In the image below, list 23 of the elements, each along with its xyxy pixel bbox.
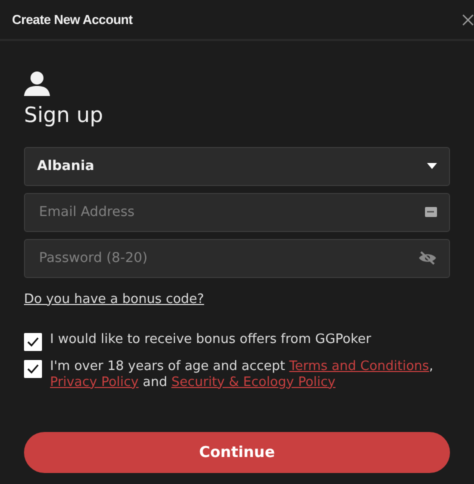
country-select[interactable]: Albania — [24, 146, 450, 186]
caret-icon — [427, 163, 437, 170]
email-input[interactable]: Email Address — [37, 201, 425, 224]
bonus-code-link[interactable]: Do you have a bonus code? — [24, 292, 204, 307]
consent-text: I would like to receive bonus offers from GGPoker — [50, 332, 372, 348]
heading: Sign up — [24, 102, 104, 130]
checkbox[interactable] — [24, 332, 42, 351]
check-icon — [27, 364, 39, 374]
policy-link[interactable]: Security & Ecology Policy — [171, 374, 336, 390]
policy-link[interactable]: Privacy Policy — [50, 374, 139, 390]
password-input[interactable]: Password (8-20) — [37, 247, 418, 270]
card-icon — [425, 207, 437, 218]
consent-text: I'm over 18 years of age and accept Terms and Conditions, Privacy Policy and Security & Ecology Policy — [50, 358, 434, 391]
policy-link[interactable]: Terms and Conditions — [289, 358, 430, 374]
checkbox[interactable] — [24, 360, 42, 378]
email-field[interactable]: Email Address — [24, 192, 450, 232]
continue-button[interactable]: Continue — [24, 432, 450, 473]
eye-slash-icon[interactable] — [418, 251, 437, 266]
user-icon — [24, 71, 50, 96]
check-icon — [27, 336, 39, 347]
password-field[interactable]: Password (8-20) — [24, 238, 450, 278]
close-icon[interactable] — [462, 14, 474, 26]
window-title: Create New Account — [12, 10, 133, 29]
